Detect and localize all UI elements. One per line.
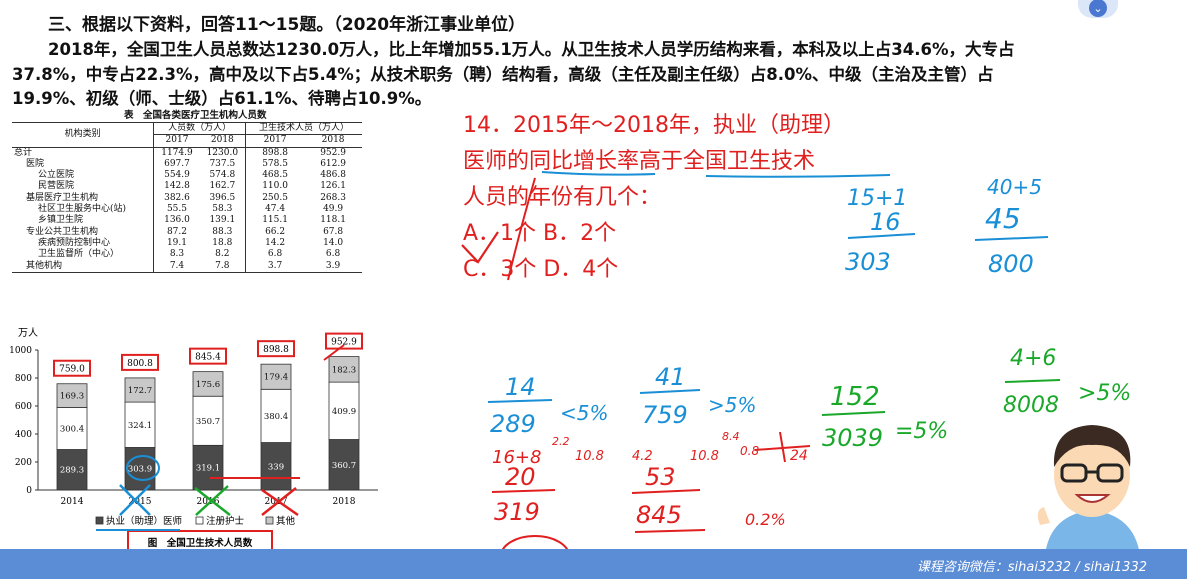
- annotation-text: 10.8: [690, 449, 719, 464]
- avatar-hand: [1037, 507, 1050, 525]
- check-mark: [461, 231, 499, 264]
- handwriting-layer: 15+1 16 303 40+5 45 800 14 289 <5% 41 75…: [96, 171, 1131, 577]
- annotation-text: 2.2: [552, 435, 570, 448]
- fraction-bar: [1004, 379, 1061, 383]
- annotation-text: <5%: [560, 401, 609, 425]
- underline-mark: [541, 171, 656, 176]
- annotation-text: 0.2%: [745, 510, 786, 529]
- fraction-bar: [491, 489, 556, 493]
- annotation-text: 3039: [822, 424, 883, 452]
- annotation-text: 4+6: [1010, 346, 1056, 371]
- annotation-text: 10.8: [575, 449, 604, 464]
- annotation-text: 0.8: [740, 444, 759, 458]
- cross-mark: [261, 487, 299, 517]
- annotation-text: 14: [505, 373, 536, 401]
- annotation-text: 319: [494, 498, 540, 526]
- slash-mark: [323, 344, 345, 361]
- annotation-text: 41: [655, 363, 686, 391]
- underline-mark: [634, 529, 706, 533]
- annotation-text: =5%: [895, 419, 948, 444]
- annotation-text: 24: [790, 448, 808, 464]
- circle-mark: [126, 455, 160, 481]
- annotation-text: 759: [642, 401, 688, 429]
- annotation-text: 152: [830, 382, 880, 412]
- annotation-text: 303: [845, 248, 891, 276]
- slash-mark: [507, 177, 536, 281]
- fraction-bar: [487, 399, 553, 403]
- annotation-text: 8.4: [722, 430, 740, 443]
- footer-contact: 课程咨询微信：sihai3232 / sihai1332: [916, 560, 1147, 575]
- fraction-bar: [821, 411, 886, 416]
- annotation-text: >5%: [1078, 381, 1131, 406]
- annotation-text: 45: [985, 202, 1021, 235]
- annotation-text: 845: [636, 501, 682, 529]
- annotation-text: 40+5: [987, 175, 1042, 199]
- annotation-text: 289: [490, 410, 536, 438]
- annotation-text: 16: [870, 208, 901, 236]
- cross-mark: [119, 484, 151, 516]
- annotation-text: 4.2: [632, 449, 653, 464]
- annotation-text: >5%: [708, 393, 757, 417]
- annotation-text: 20: [505, 463, 536, 491]
- annotation-text: 800: [988, 250, 1034, 278]
- underline-mark: [705, 174, 891, 178]
- fraction-bar: [974, 236, 1049, 241]
- teacher-avatar: [1037, 425, 1140, 555]
- cross-mark: [194, 485, 231, 516]
- annotation-text: 53: [645, 463, 676, 491]
